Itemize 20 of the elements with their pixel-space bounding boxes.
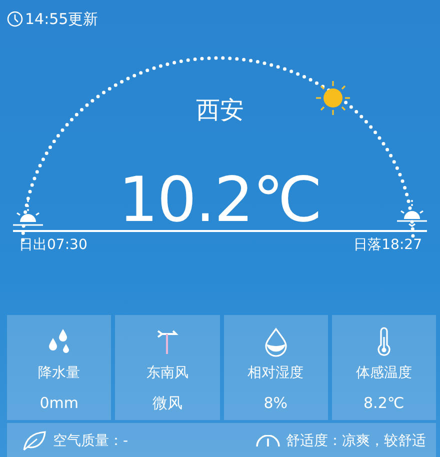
detail-label: 东南风 [146,364,188,382]
detail-value: 微风 [152,394,182,413]
detail-value: 8% [264,394,288,412]
update-time: 14:55更新 [25,10,98,28]
leaf-icon [21,430,47,452]
air-quality: 空气质量：- [53,432,128,450]
comfort-level: 舒适度：凉爽，较舒适 [286,432,426,450]
detail-value: 8.2℃ [364,394,404,412]
sunrise-icon [12,199,44,227]
detail-label: 降水量 [38,364,80,382]
detail-label: 相对湿度 [248,364,304,382]
water-drop-icon [262,327,289,357]
detail-label: 体感温度 [356,364,412,382]
gauge-icon [256,435,280,447]
temperature: 10.2℃ [118,165,322,235]
sunset-icon [396,199,428,227]
city-name: 西安 [195,95,245,125]
clock-icon [7,11,23,27]
detail-value: 0mm [40,394,79,412]
sunset-time: 日落18:27 [354,236,422,254]
